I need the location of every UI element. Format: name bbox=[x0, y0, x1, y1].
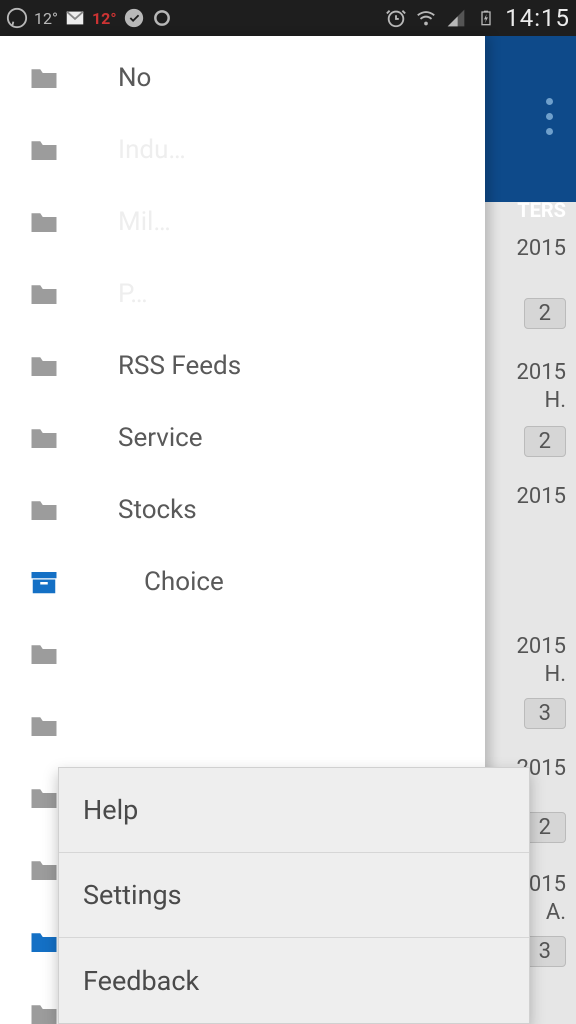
drawer-folder-stocks[interactable]: Stocks bbox=[0, 474, 485, 546]
drawer-folder-item[interactable] bbox=[0, 690, 485, 762]
circle-icon bbox=[151, 7, 173, 29]
drawer-item-label: Mil… bbox=[118, 207, 171, 237]
drawer-folder-item[interactable]: P… bbox=[0, 258, 485, 330]
wifi-icon bbox=[415, 7, 437, 29]
whatsapp-icon bbox=[6, 7, 28, 29]
menu-item-label: Help bbox=[83, 794, 138, 826]
alarm-icon bbox=[385, 7, 407, 29]
drawer-item-label: No bbox=[118, 63, 151, 93]
gmail-icon bbox=[64, 7, 86, 29]
menu-item-label: Settings bbox=[83, 879, 182, 911]
check-badge-icon bbox=[123, 7, 145, 29]
drawer-item-label: Stocks bbox=[118, 495, 197, 525]
status-right: 14:15 bbox=[385, 4, 570, 32]
status-bar: 12° 12° 14:15 bbox=[0, 0, 576, 36]
menu-item-feedback[interactable]: Feedback bbox=[59, 938, 529, 1023]
drawer-folder-item[interactable]: Mil… bbox=[0, 186, 485, 258]
bg-fragment: H. bbox=[545, 662, 567, 687]
drawer-folder-item[interactable]: Indu… bbox=[0, 114, 485, 186]
bg-fragment: 2 bbox=[524, 298, 566, 329]
folder-icon bbox=[24, 134, 64, 166]
folder-icon bbox=[24, 350, 64, 382]
bg-fragment: 2015 bbox=[517, 634, 566, 659]
menu-item-settings[interactable]: Settings bbox=[59, 853, 529, 938]
drawer-folder-service[interactable]: Service bbox=[0, 402, 485, 474]
status-temp2: 12° bbox=[92, 9, 117, 28]
bg-fragment: 2015 bbox=[517, 236, 566, 261]
drawer-item-label: Indu… bbox=[118, 135, 186, 165]
bg-fragment: 3 bbox=[524, 698, 566, 729]
battery-charging-icon bbox=[475, 7, 497, 29]
drawer-folder-rss-feeds[interactable]: RSS Feeds bbox=[0, 330, 485, 402]
status-left: 12° 12° bbox=[6, 7, 173, 29]
bg-fragment: 2 bbox=[524, 426, 566, 457]
drawer-folder-no[interactable]: No bbox=[0, 42, 485, 114]
drawer-item-label: P… bbox=[118, 279, 148, 309]
folder-icon bbox=[24, 710, 64, 742]
menu-item-label: Feedback bbox=[83, 965, 199, 997]
folder-icon bbox=[24, 638, 64, 670]
drawer-item-label: Service bbox=[118, 423, 203, 453]
drawer-item-label: RSS Feeds bbox=[118, 351, 241, 381]
header-text-fragment: TERS bbox=[517, 198, 566, 222]
drawer-folder-item[interactable] bbox=[0, 618, 485, 690]
folder-icon bbox=[24, 494, 64, 526]
drawer-item-label: Choice bbox=[144, 567, 224, 597]
folder-icon bbox=[24, 62, 64, 94]
drawer-archive-choice[interactable]: Choice bbox=[0, 546, 485, 618]
bg-fragment: 2015 bbox=[517, 484, 566, 509]
folder-icon bbox=[24, 278, 64, 310]
status-time: 14:15 bbox=[505, 4, 570, 32]
overflow-menu-button[interactable] bbox=[534, 86, 564, 146]
bg-fragment: 2015 bbox=[517, 360, 566, 385]
menu-item-help[interactable]: Help bbox=[59, 768, 529, 853]
overflow-popup-menu: Help Settings Feedback bbox=[58, 767, 530, 1024]
folder-icon bbox=[24, 422, 64, 454]
status-temp1: 12° bbox=[34, 9, 58, 28]
bg-fragment: A. bbox=[546, 900, 566, 925]
folder-icon bbox=[24, 206, 64, 238]
bg-fragment: H. bbox=[545, 388, 567, 413]
archive-icon bbox=[24, 566, 64, 598]
signal-icon bbox=[445, 7, 467, 29]
